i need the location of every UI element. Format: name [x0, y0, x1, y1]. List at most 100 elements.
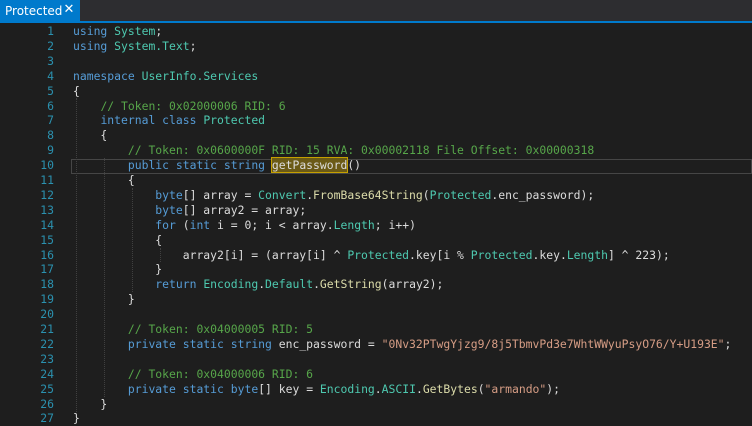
line-number: 5	[47, 83, 54, 98]
line-number: 18	[40, 277, 54, 292]
code-token: int	[189, 217, 211, 232]
code-line[interactable]: 4 namespace UserInfo.Services	[0, 69, 752, 84]
line-number: 26	[40, 396, 54, 411]
line-code: internal class Protected	[73, 113, 265, 128]
tab-protected[interactable]: Protected ✕	[0, 0, 80, 21]
line-number: 13	[40, 202, 54, 217]
line-code: return Encoding.Default.GetString(array2…	[73, 277, 443, 292]
code-line[interactable]: 16 array2[i] = (array[i] ^ Protected.key…	[0, 248, 752, 263]
line-number: 23	[40, 351, 54, 366]
line-code: {	[73, 233, 162, 248]
code-token: "0Nv32PTwgYjzg9/8j5TbmvPd3e7WhtWWyuPsyO7…	[381, 336, 725, 351]
code-token: (	[422, 187, 430, 202]
code-token: FromBase64String	[313, 187, 423, 202]
line-number: 21	[40, 322, 54, 336]
code-token: public static string	[127, 158, 266, 173]
code-line[interactable]: 2 using System.Text;	[0, 39, 752, 54]
code-line[interactable]: 12 byte[] array = Convert.FromBase64Stri…	[0, 188, 752, 203]
line-code: namespace UserInfo.Services	[73, 69, 258, 84]
code-line[interactable]: 10 public static string getPassword()	[0, 157, 752, 174]
code-token: using	[73, 24, 108, 38]
code-token: array2[i] = (array[i] ^	[73, 247, 348, 262]
code-token: internal class	[100, 113, 197, 128]
code-token: using	[73, 38, 108, 53]
line-code: // Token: 0x0600000F RID: 15 RVA: 0x0000…	[73, 143, 594, 158]
line-code: private static string enc_password = "0N…	[73, 336, 732, 352]
code-token: return	[155, 277, 197, 292]
code-token: }	[73, 262, 163, 277]
code-line[interactable]: 5{	[0, 84, 752, 99]
close-icon[interactable]: ✕	[62, 3, 76, 17]
code-token: Encoding	[319, 381, 375, 396]
line-number: 16	[40, 247, 54, 262]
code-line[interactable]: 26 }	[0, 397, 752, 412]
code-token: GetBytes	[422, 381, 478, 396]
code-line[interactable]: 11 {	[0, 173, 752, 188]
code-line[interactable]: 17 }	[0, 262, 752, 277]
line-code: // Token: 0x02000006 RID: 6	[73, 99, 285, 114]
code-token: ASCII	[381, 381, 416, 396]
code-line[interactable]: 9 // Token: 0x0600000F RID: 15 RVA: 0x00…	[0, 143, 752, 158]
code-token: // Token: 0x04000006 RID: 6	[127, 366, 314, 381]
code-token: Protected	[470, 247, 533, 262]
line-code: // Token: 0x04000005 RID: 5	[73, 322, 313, 337]
code-editor[interactable]: 1 using System; 2 using System.Text; 3 4 names…	[0, 23, 752, 425]
code-token: .key.	[532, 247, 567, 262]
code-line[interactable]: 8 {	[0, 128, 752, 143]
line-code: array2[i] = (array[i] ^ Protected.key[i …	[73, 248, 670, 263]
line-number: 22	[40, 336, 54, 351]
line-number: 3	[47, 53, 54, 68]
code-line[interactable]: 24 // Token: 0x04000006 RID: 6	[0, 367, 752, 382]
code-token: enc_password =	[271, 336, 382, 351]
code-line[interactable]: 23	[0, 352, 752, 367]
code-token: [] array =	[182, 187, 259, 202]
code-token: byte	[155, 187, 183, 202]
code-line[interactable]: 6 // Token: 0x02000006 RID: 6	[0, 99, 752, 114]
code-line[interactable]: 19 }	[0, 292, 752, 307]
code-token: }	[73, 411, 80, 426]
line-number: 2	[47, 38, 54, 53]
code-token: ; i++)	[374, 217, 416, 232]
line-code: {	[73, 173, 135, 188]
code-token: Length	[333, 217, 375, 232]
code-token: Encoding	[203, 277, 259, 292]
code-line[interactable]: 27}	[0, 411, 752, 426]
code-token: Default	[265, 277, 314, 292]
code-token: {	[73, 232, 163, 247]
code-line[interactable]: 15 {	[0, 233, 752, 248]
line-code: for (int i = 0; i < array.Length; i++)	[73, 218, 416, 233]
code-line[interactable]: 14 for (int i = 0; i < array.Length; i++…	[0, 218, 752, 233]
line-code: // Token: 0x04000006 RID: 6	[73, 367, 313, 382]
line-code: }	[73, 411, 80, 426]
code-line[interactable]: 20	[0, 307, 752, 322]
code-token: Protected	[429, 187, 492, 202]
code-token: private static byte	[127, 381, 259, 396]
code-line[interactable]: 21 // Token: 0x04000005 RID: 5	[0, 322, 752, 337]
line-code: private static byte[] key = Encoding.ASC…	[73, 382, 560, 397]
code-line[interactable]: 7 internal class Protected	[0, 113, 752, 128]
line-number: 1	[47, 24, 54, 38]
code-token: ()	[347, 158, 362, 173]
code-token: // Token: 0x04000005 RID: 5	[127, 322, 314, 336]
code-token: }	[73, 292, 135, 307]
code-line[interactable]: 1 using System;	[0, 24, 752, 39]
line-number: 25	[40, 381, 54, 396]
code-line[interactable]: 18 return Encoding.Default.GetString(arr…	[0, 277, 752, 292]
code-line[interactable]: 13 byte[] array2 = array;	[0, 203, 752, 218]
code-line[interactable]: 25 private static byte[] key = Encoding.…	[0, 382, 752, 397]
tab-title: Protected	[5, 3, 63, 18]
line-number: 17	[40, 262, 54, 277]
line-code: byte[] array2 = array;	[73, 203, 306, 218]
code-line[interactable]: 3	[0, 54, 752, 69]
code-line[interactable]: 22 private static string enc_password = …	[0, 337, 752, 352]
line-number: 10	[40, 158, 54, 173]
code-token: .	[415, 381, 423, 396]
